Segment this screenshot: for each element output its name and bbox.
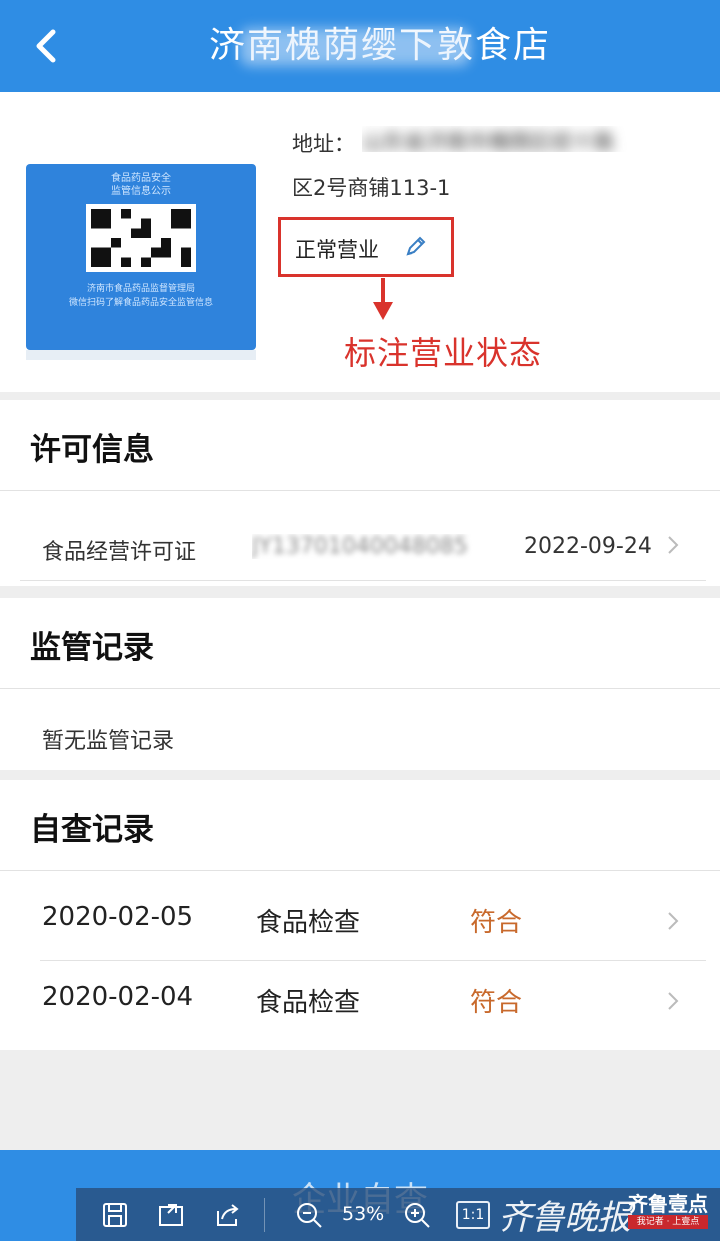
license-section: 许可信息 食品经营许可证 JY13701040048085 2022-09-24: [0, 400, 720, 586]
annotation-arrow-icon: [373, 278, 393, 320]
address-line1: 山东省济南市槐荫区经十路: [362, 130, 614, 152]
supervision-section: 监管记录 暂无监管记录: [0, 598, 720, 770]
actual-size-button[interactable]: 1:1: [456, 1201, 490, 1229]
qr-board-base: [26, 350, 256, 360]
qr-info-board: 食品药品安全 监管信息公示 济南市食品药品监督管理局 微信扫码了解食品药品安全监…: [26, 164, 256, 350]
title-blur-mask: [240, 28, 470, 66]
supervision-title: 监管记录: [30, 630, 154, 666]
business-status: 正常营业: [295, 238, 379, 262]
check-date: 2020-02-04: [42, 982, 194, 1012]
zoom-level: 53%: [342, 1203, 385, 1225]
check-date: 2020-02-05: [42, 902, 194, 932]
divider: [40, 960, 706, 961]
brand-logo-subtitle: 我记者 · 上壹点: [628, 1215, 708, 1229]
save-icon[interactable]: [100, 1201, 130, 1229]
supervision-empty-text: 暂无监管记录: [42, 729, 175, 754]
license-name: 食品经营许可证: [42, 540, 197, 565]
check-type: 食品检查: [256, 988, 361, 1018]
brand-logo-text: 齐鲁壹点: [628, 1192, 708, 1216]
share-icon[interactable]: [212, 1201, 242, 1229]
self-check-section: 自查记录 2020-02-05 食品检查 符合 2020-02-04 食品检查 …: [0, 780, 720, 1050]
divider: [0, 870, 720, 871]
divider: [20, 580, 706, 581]
qr-heading-line2: 监管信息公示: [111, 186, 171, 197]
qr-board-footer: 济南市食品药品监督管理局 微信扫码了解食品药品安全监管信息: [26, 282, 256, 310]
address-masked: 山东省济南市槐荫区经十路: [362, 126, 702, 152]
self-check-title: 自查记录: [30, 812, 154, 848]
license-title: 许可信息: [30, 432, 154, 468]
chevron-right-icon: [668, 912, 679, 930]
toolbar-divider: [264, 1198, 265, 1232]
back-button[interactable]: [22, 22, 70, 70]
divider: [0, 688, 720, 689]
zoom-out-icon[interactable]: [294, 1201, 324, 1229]
qr-board-heading: 食品药品安全 监管信息公示: [26, 172, 256, 198]
top-bar: 济南槐荫缨下敦食店: [0, 0, 720, 92]
license-number-masked: JY13701040048085: [252, 534, 482, 559]
license-number: JY13701040048085: [252, 534, 468, 559]
annotation-label: 标注营业状态: [344, 334, 543, 372]
license-date: 2022-09-24: [524, 534, 652, 559]
qr-heading-line1: 食品药品安全: [111, 173, 171, 184]
address-label: 地址：: [292, 132, 355, 156]
shop-info-card: 食品药品安全 监管信息公示 济南市食品药品监督管理局 微信扫码了解食品药品安全监…: [0, 92, 720, 392]
check-type: 食品检查: [256, 908, 361, 938]
status-highlight-box: 正常营业: [278, 217, 454, 277]
check-result: 符合: [470, 988, 523, 1018]
zoom-in-icon[interactable]: [402, 1201, 432, 1229]
divider: [0, 490, 720, 491]
pencil-icon[interactable]: [402, 234, 430, 262]
qr-footer-line2: 微信扫码了解食品药品安全监管信息: [68, 298, 213, 308]
address-line2: 区2号商铺113-1: [292, 176, 451, 200]
brand-logo: 齐鲁壹点 我记者 · 上壹点: [626, 1186, 710, 1232]
check-result: 符合: [470, 908, 523, 938]
qr-footer-line1: 济南市食品药品监督管理局: [86, 284, 195, 294]
newspaper-watermark: 齐鲁晚报: [498, 1198, 631, 1238]
fit-window-icon[interactable]: [156, 1201, 186, 1229]
qr-code: [86, 204, 196, 272]
chevron-right-icon: [668, 992, 679, 1010]
chevron-right-icon: [668, 536, 679, 554]
chevron-left-icon: [36, 29, 56, 63]
